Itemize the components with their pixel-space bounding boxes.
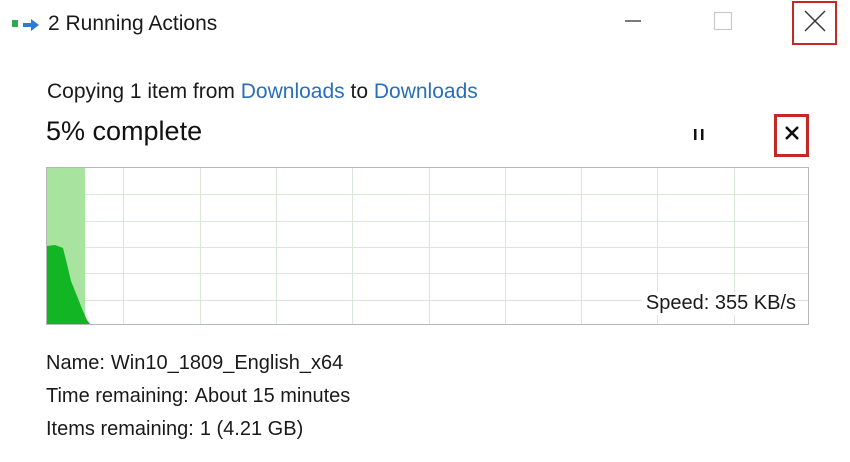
maximize-button[interactable] <box>700 0 746 46</box>
minimize-button[interactable] <box>610 0 656 46</box>
minimize-icon <box>625 13 641 34</box>
detail-key: Time remaining: <box>46 385 189 407</box>
cancel-button[interactable] <box>774 114 809 157</box>
file-copy-icon <box>11 15 41 35</box>
close-icon <box>804 10 826 37</box>
transfer-speed-graph: Speed: 355 KB/s <box>46 167 809 325</box>
cancel-icon <box>784 125 800 146</box>
speed-label: Speed: 355 KB/s <box>641 292 796 315</box>
pause-button[interactable] <box>682 120 716 152</box>
maximize-icon <box>713 11 733 36</box>
window-title: 2 Running Actions <box>48 12 218 35</box>
detail-value-time: About 15 minutes <box>194 385 351 407</box>
detail-row-items: Items remaining: 1 (4.21 GB) <box>46 413 350 446</box>
detail-row-name: Name: Win10_1809_English_x64 <box>46 347 350 380</box>
detail-key: Items remaining: <box>46 418 194 440</box>
description-connector: to <box>350 80 369 103</box>
detail-row-time: Time remaining: About 15 minutes <box>46 380 350 413</box>
percent-complete: 5% complete <box>46 116 203 146</box>
detail-value-name: Win10_1809_English_x64 <box>110 352 344 374</box>
source-folder-link[interactable]: Downloads <box>241 80 345 103</box>
details-panel: Name: Win10_1809_English_x64 Time remaini… <box>46 347 350 446</box>
close-window-button[interactable] <box>792 1 837 45</box>
detail-value-items: 1 (4.21 GB) <box>199 418 304 440</box>
description-prefix: Copying 1 item from <box>47 80 235 103</box>
destination-folder-link[interactable]: Downloads <box>374 80 478 103</box>
operation-description: Copying 1 item from Downloads to Downloa… <box>47 80 478 104</box>
detail-key: Name: <box>46 352 105 374</box>
title-bar: 2 Running Actions <box>0 0 850 48</box>
pause-icon <box>692 127 706 146</box>
